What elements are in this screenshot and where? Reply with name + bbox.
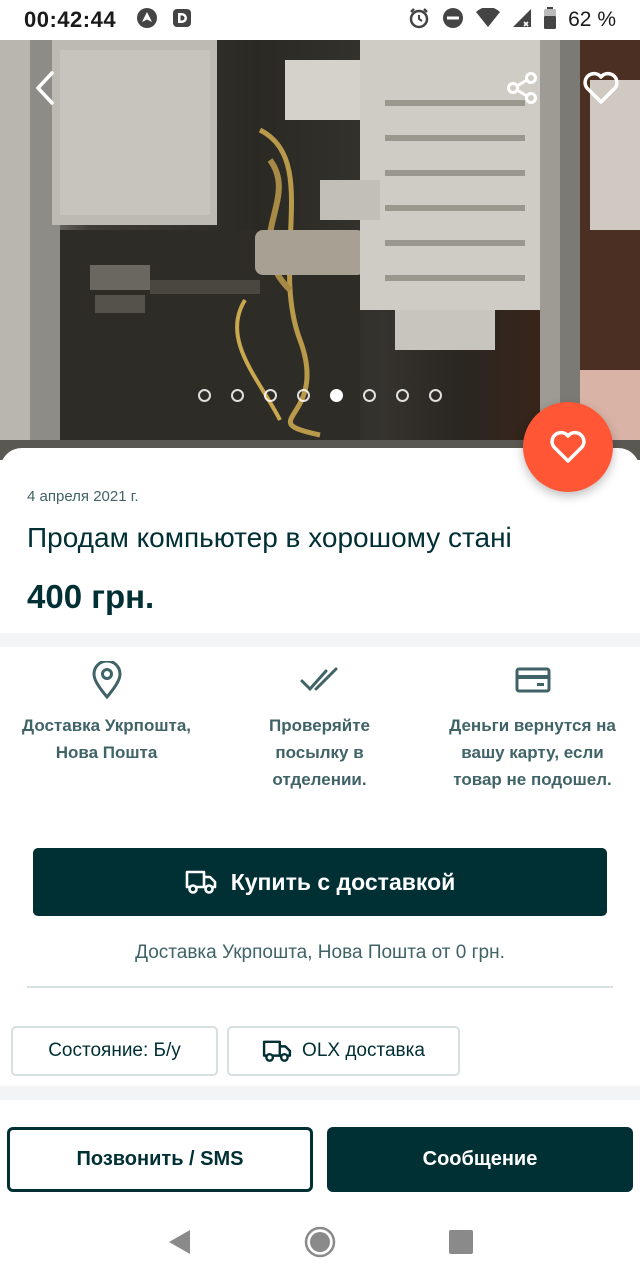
gallery-pagination[interactable] <box>0 389 640 402</box>
nav-app-icon <box>136 7 158 34</box>
double-check-icon <box>300 660 340 700</box>
gallery-dot[interactable] <box>429 389 442 402</box>
alarm-icon <box>408 7 430 34</box>
listing-price: 400 грн. <box>27 578 155 615</box>
gallery-dot[interactable] <box>231 389 244 402</box>
favorite-top-button[interactable] <box>573 60 629 116</box>
divider-line <box>27 986 613 988</box>
d-app-icon <box>172 8 192 33</box>
olx-delivery-chip-label: OLX доставка <box>302 1040 425 1061</box>
chevron-left-icon <box>36 71 54 105</box>
truck-icon <box>262 1040 292 1062</box>
delivery-features: Доставка Укрпошта, Нова Пошта Проверяйте… <box>0 660 640 793</box>
favorite-button[interactable] <box>523 402 613 492</box>
battery-percent: 62 % <box>568 8 616 31</box>
section-divider <box>0 1086 640 1100</box>
listing-date: 4 апреля 2021 г. <box>27 488 139 505</box>
triangle-back-icon <box>169 1229 190 1254</box>
gallery-dot[interactable] <box>297 389 310 402</box>
status-time: 00:42:44 <box>24 7 117 32</box>
condition-chip[interactable]: Состояние: Б/у <box>11 1026 218 1076</box>
nav-home-button[interactable] <box>304 1226 336 1263</box>
feature-check-text: Проверяйте посылку в отделении. <box>269 716 370 789</box>
gallery-dot-active[interactable] <box>330 389 343 402</box>
system-nav-bar <box>0 1208 640 1280</box>
location-pin-icon <box>91 660 123 700</box>
gallery-dot[interactable] <box>396 389 409 402</box>
buy-button-label: Купить с доставкой <box>230 868 456 895</box>
listing-title: Продам компьютер в хорошому стані <box>27 522 512 553</box>
status-bar: 00:42:44 62 % <box>0 0 640 40</box>
olx-delivery-chip[interactable]: OLX доставка <box>227 1026 460 1076</box>
call-sms-label: Позвонить / SMS <box>76 1148 244 1170</box>
heart-outline-icon <box>583 71 619 104</box>
square-recents-icon <box>449 1229 473 1254</box>
truck-icon <box>185 870 217 894</box>
heart-outline-icon <box>550 430 586 463</box>
feature-delivery-text: Доставка Укрпошта, Нова Пошта <box>22 716 191 762</box>
image-gallery[interactable] <box>0 40 640 460</box>
gallery-dot[interactable] <box>198 389 211 402</box>
listing-sheet <box>0 448 640 1218</box>
circle-home-icon <box>304 1226 336 1257</box>
gallery-dot[interactable] <box>264 389 277 402</box>
message-button[interactable]: Сообщение <box>327 1127 633 1192</box>
call-sms-button[interactable]: Позвонить / SMS <box>7 1127 313 1192</box>
credit-card-icon <box>515 660 551 700</box>
signal-icon <box>512 8 532 33</box>
gallery-dot[interactable] <box>363 389 376 402</box>
wifi-icon <box>476 6 501 33</box>
section-divider <box>0 633 640 647</box>
delivery-price-note: Доставка Укрпошта, Нова Пошта от 0 грн. <box>135 942 505 963</box>
battery-icon <box>544 6 557 34</box>
message-label: Сообщение <box>422 1148 538 1170</box>
nav-recents-button[interactable] <box>448 1229 474 1260</box>
buy-with-delivery-button[interactable]: Купить с доставкой <box>33 848 607 916</box>
share-icon <box>507 72 537 104</box>
nav-back-button[interactable] <box>166 1228 192 1261</box>
feature-refund: Деньги вернутся на вашу карту, если това… <box>426 660 639 793</box>
feature-delivery: Доставка Укрпошта, Нова Пошта <box>0 660 213 793</box>
dnd-icon <box>442 7 464 34</box>
condition-chip-label: Состояние: Б/у <box>48 1040 181 1061</box>
feature-check: Проверяйте посылку в отделении. <box>213 660 426 793</box>
share-button[interactable] <box>494 60 550 116</box>
back-button[interactable] <box>18 60 74 116</box>
feature-refund-text: Деньги вернутся на вашу карту, если това… <box>449 716 616 789</box>
